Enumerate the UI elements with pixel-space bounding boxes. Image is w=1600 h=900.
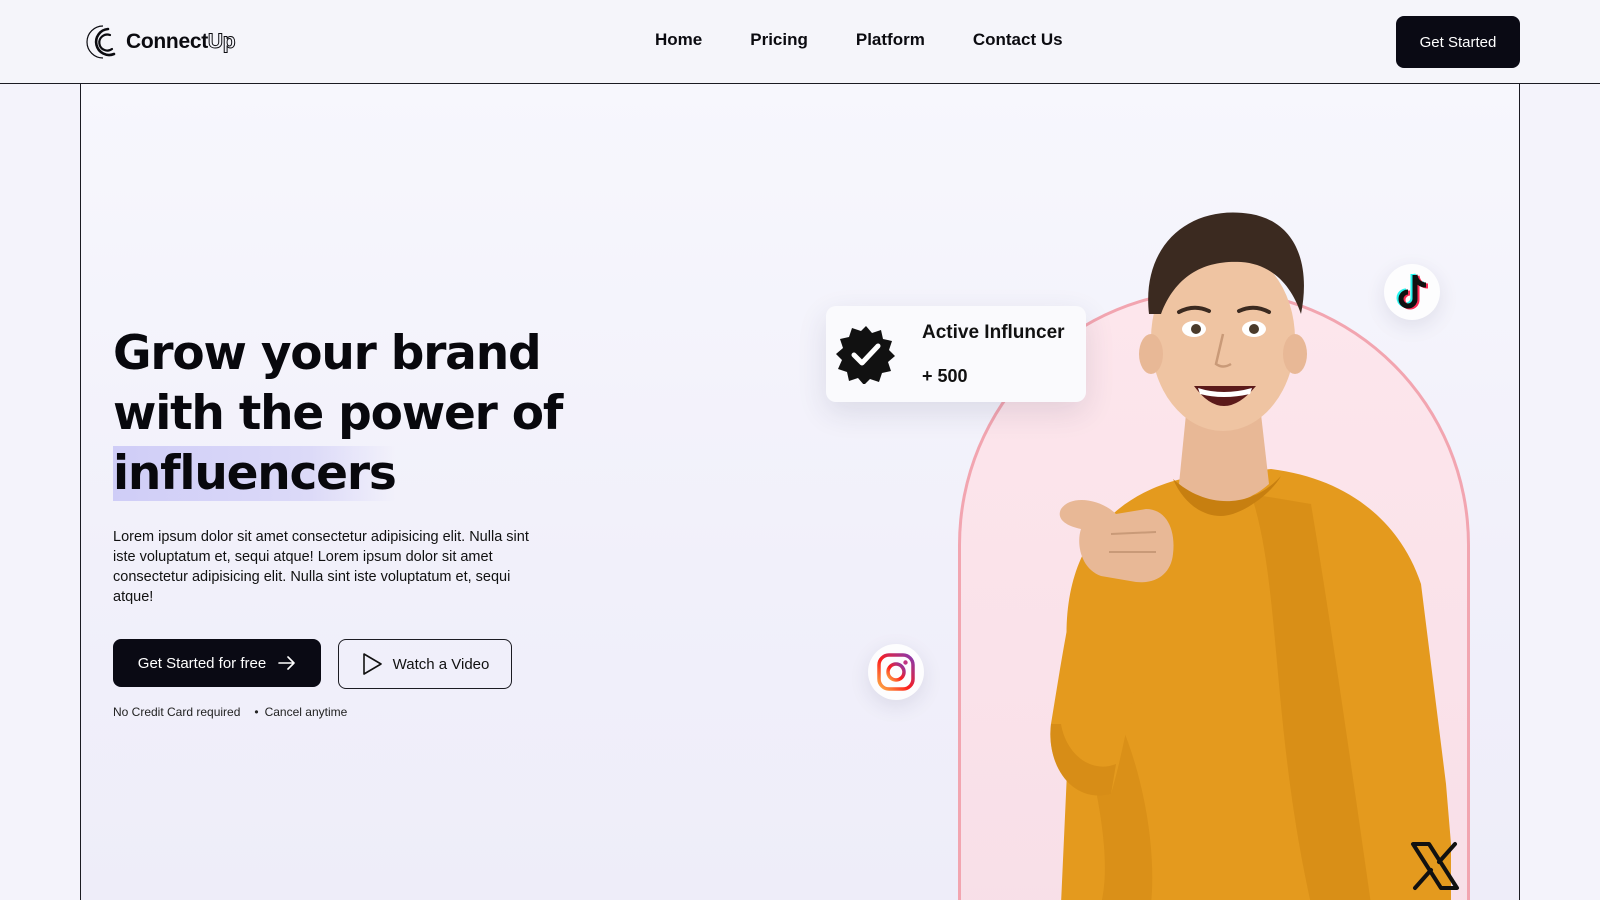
brand-name: ConnectUp [126,30,236,54]
card-count: + 500 [922,366,968,386]
nav-platform[interactable]: Platform [856,30,925,50]
brand-logo[interactable]: ConnectUp [86,24,236,60]
play-icon [362,653,382,675]
watch-video-button[interactable]: Watch a Video [338,639,512,689]
get-started-free-label: Get Started for free [137,654,267,672]
active-influencer-card: Active Influncer + 500 [826,306,1086,402]
watch-video-label: Watch a Video [392,655,490,673]
verified-badge-icon [836,326,895,384]
main-nav: Home Pricing Platform Contact Us [655,30,1063,50]
site-header: ConnectUp Home Pricing Platform Contact … [0,0,1600,84]
fineprint-no-card: No Credit Card required [113,705,241,719]
nav-pricing[interactable]: Pricing [750,30,808,50]
get-started-free-button[interactable]: Get Started for free [113,639,321,687]
instagram-badge[interactable] [868,644,924,700]
arrow-right-icon [278,656,296,670]
x-logo-icon[interactable] [1409,840,1461,892]
fineprint: No Credit Card required • Cancel anytime [113,705,347,719]
card-title: Active Influncer [922,322,1065,343]
get-started-button[interactable]: Get Started [1396,16,1520,68]
hero-title-line2: with the power of [113,386,563,441]
nav-contact-us[interactable]: Contact Us [973,30,1063,50]
hero-section: Grow your brand with the power of influe… [80,84,1520,900]
bullet-icon: • [254,705,259,719]
instagram-icon [877,653,915,691]
tiktok-icon [1396,273,1429,310]
hero-title: Grow your brand with the power of influe… [113,324,573,504]
hero-description: Lorem ipsum dolor sit amet consectetur a… [113,529,529,605]
fineprint-cancel: • Cancel anytime [254,705,348,719]
hero-title-highlight: influencers [113,446,397,501]
connectup-logo-icon [86,25,116,59]
tiktok-badge[interactable] [1384,264,1440,320]
hero-title-line1: Grow your brand [113,326,542,381]
nav-home[interactable]: Home [655,30,702,50]
influencer-person-image [1050,212,1451,900]
